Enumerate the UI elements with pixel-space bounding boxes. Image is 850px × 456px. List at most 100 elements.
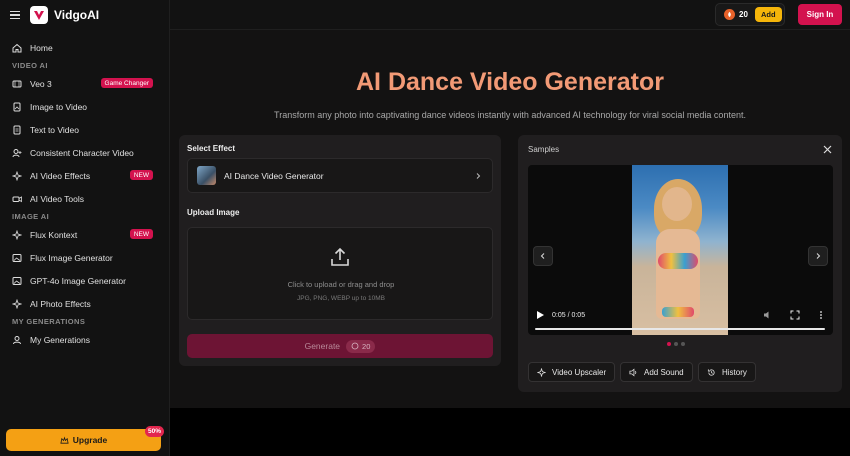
tool-label: Video Upscaler [552, 367, 607, 377]
carousel-dot[interactable] [674, 342, 678, 346]
sparkle-icon [537, 367, 546, 377]
sidebar-item-label: GPT-4o Image Generator [30, 275, 126, 286]
sample-video-player[interactable]: 0:05 / 0:05 [528, 165, 833, 335]
history-button[interactable]: History [698, 362, 756, 382]
upgrade-button[interactable]: Upgrade 50% [6, 426, 164, 451]
chevron-left-icon [540, 253, 545, 259]
video-upscaler-button[interactable]: Video Upscaler [528, 362, 616, 382]
select-effect-label: Select Effect [187, 144, 236, 153]
fullscreen-icon[interactable] [790, 310, 800, 320]
chevron-right-icon [476, 172, 481, 179]
sidebar-item-my-generations[interactable]: My Generations [0, 328, 169, 351]
image-icon [12, 276, 22, 285]
video-camera-icon [12, 195, 22, 202]
top-bar: 20 Add Sign In [170, 0, 850, 30]
brand-name[interactable]: VidgoAI [54, 8, 99, 22]
person-icon [13, 335, 21, 344]
coin-icon [351, 342, 359, 350]
credits-count: 20 [739, 10, 748, 19]
next-sample-button[interactable] [808, 246, 828, 266]
effect-thumbnail [197, 166, 216, 185]
carousel-dot[interactable] [667, 342, 671, 346]
sidebar-item-label: AI Video Tools [30, 193, 85, 204]
upgrade-label: Upgrade [72, 435, 108, 445]
menu-icon[interactable] [10, 11, 20, 19]
sidebar-item-ai-video-tools[interactable]: AI Video Tools [0, 187, 169, 210]
sparkle-icon [12, 298, 22, 309]
speaker-icon [629, 368, 637, 376]
samples-panel: Samples 0:05 / 0:05 Video Upscaler Add S… [518, 135, 842, 392]
generate-button[interactable]: Generate 20 [187, 334, 493, 358]
effect-select[interactable]: AI Dance Video Generator [187, 158, 493, 193]
upload-icon [331, 247, 349, 266]
generator-form: Select Effect AI Dance Video Generator U… [179, 135, 501, 366]
text-file-icon [13, 125, 21, 134]
page-subtitle: Transform any photo into captivating dan… [274, 110, 746, 120]
sidebar: VidgoAI Home VIDEO AI Veo 3 Game Changer… [0, 0, 170, 456]
credits-pill: 20 Add [715, 3, 785, 26]
sidebar-item-label: Flux Kontext [30, 229, 78, 240]
main-content: AI Dance Video Generator Transform any p… [170, 30, 850, 408]
new-badge: NEW [129, 170, 153, 180]
video-time: 0:05 / 0:05 [552, 312, 586, 319]
generate-cost: 20 [346, 339, 376, 353]
sidebar-item-image-to-video[interactable]: Image to Video [0, 95, 169, 118]
sidebar-item-consistent-character-video[interactable]: Consistent Character Video [0, 141, 169, 164]
sidebar-item-home[interactable]: Home [0, 36, 169, 59]
video-controls: 0:05 / 0:05 [528, 305, 833, 335]
image-icon [12, 253, 22, 262]
sign-in-button[interactable]: Sign In [798, 4, 842, 25]
crown-icon [60, 436, 69, 444]
sidebar-item-gpt-4o-image-generator[interactable]: GPT-4o Image Generator [0, 269, 169, 292]
generate-label: Generate [304, 341, 341, 351]
home-icon [12, 43, 22, 52]
page-footer-area [170, 408, 850, 456]
carousel-dots [667, 342, 685, 346]
section-image-ai: IMAGE AI [12, 212, 50, 221]
sidebar-item-ai-video-effects[interactable]: AI Video Effects NEW [0, 164, 169, 187]
previous-sample-button[interactable] [533, 246, 553, 266]
section-video-ai: VIDEO AI [12, 61, 48, 70]
coin-icon [724, 9, 735, 20]
samples-title: Samples [528, 145, 560, 154]
tool-label: History [722, 367, 747, 377]
sparkle-icon [12, 170, 22, 181]
discount-badge: 50% [144, 426, 164, 437]
more-options-icon[interactable] [816, 310, 826, 320]
upload-dropzone[interactable]: Click to upload or drag and drop JPG, PN… [187, 227, 493, 320]
sidebar-item-veo-3[interactable]: Veo 3 Game Changer [0, 72, 169, 95]
sidebar-item-flux-image-generator[interactable]: Flux Image Generator [0, 246, 169, 269]
sidebar-item-label: Veo 3 [30, 78, 52, 89]
add-credits-button[interactable]: Add [755, 7, 782, 22]
new-badge: NEW [129, 229, 153, 239]
upload-instruction: Click to upload or drag and drop [287, 280, 395, 289]
game-changer-badge: Game Changer [100, 78, 153, 88]
close-icon[interactable] [823, 145, 832, 154]
history-icon [707, 368, 715, 376]
carousel-dot[interactable] [681, 342, 685, 346]
volume-icon[interactable] [763, 310, 773, 320]
logo-icon[interactable] [30, 6, 48, 24]
section-my-generations: MY GENERATIONS [12, 317, 86, 326]
film-icon [12, 80, 22, 87]
sidebar-item-label: Flux Image Generator [30, 252, 113, 263]
sidebar-item-flux-kontext[interactable]: Flux Kontext NEW [0, 223, 169, 246]
sidebar-item-text-to-video[interactable]: Text to Video [0, 118, 169, 141]
generate-cost-value: 20 [362, 341, 371, 351]
person-icon [12, 148, 22, 157]
upload-file-hint: JPG, PNG, WEBP up to 10MB [296, 295, 386, 302]
sidebar-item-label: AI Video Effects [30, 170, 91, 181]
video-progress-bar[interactable] [535, 328, 825, 330]
add-sound-button[interactable]: Add Sound [620, 362, 693, 382]
image-file-icon [13, 102, 21, 111]
sidebar-item-label: Image to Video [30, 101, 88, 112]
chevron-right-icon [816, 253, 821, 259]
brand-bar: VidgoAI [0, 0, 169, 30]
play-icon[interactable] [535, 310, 545, 320]
effect-value: AI Dance Video Generator [224, 170, 324, 181]
sidebar-item-ai-photo-effects[interactable]: AI Photo Effects [0, 292, 169, 315]
sidebar-item-label: Home [30, 42, 53, 53]
page-title: AI Dance Video Generator [356, 68, 664, 96]
upload-image-label: Upload Image [187, 208, 240, 217]
sidebar-item-label: My Generations [30, 334, 90, 345]
